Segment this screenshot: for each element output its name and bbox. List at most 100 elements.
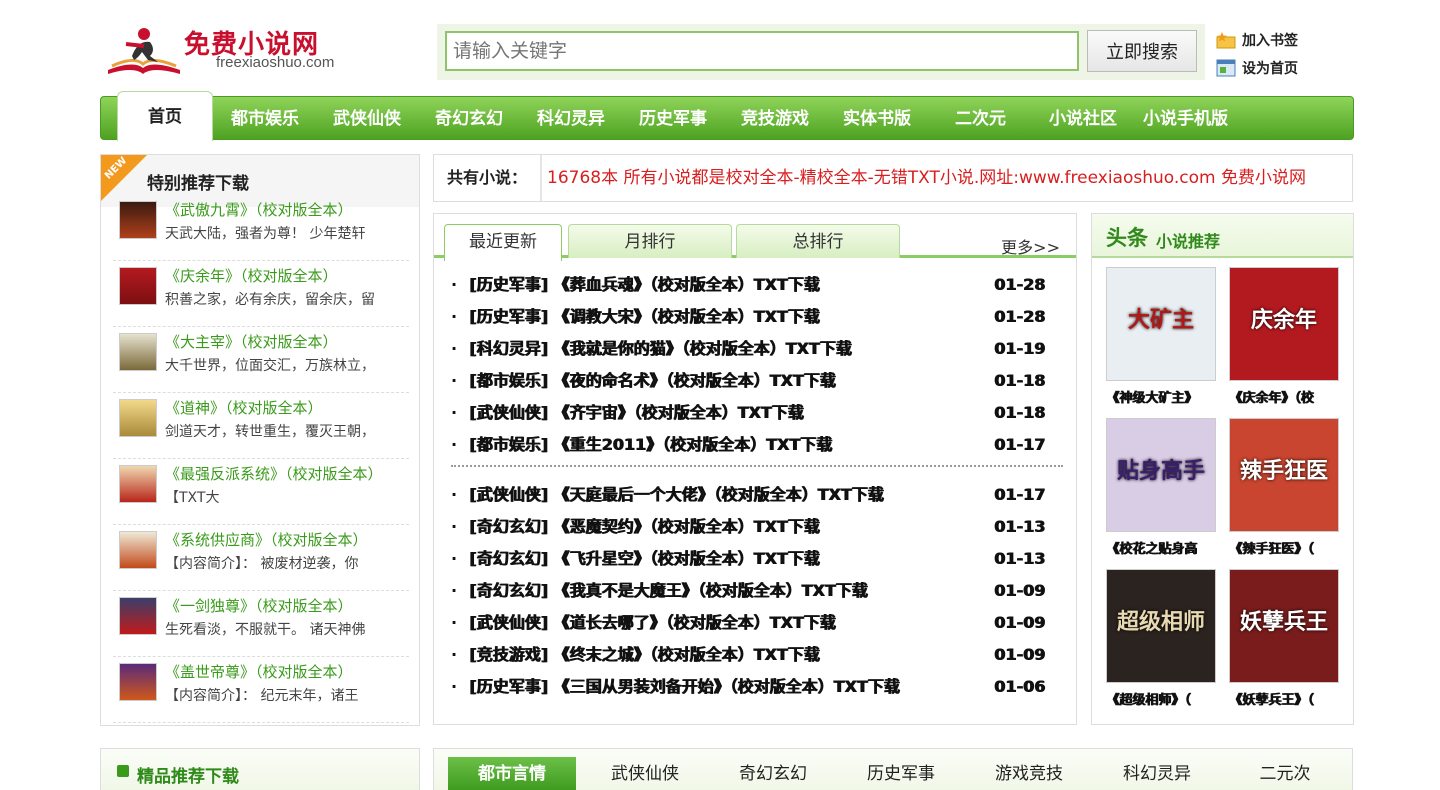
update-title[interactable]: [武侠仙侠] 《天庭最后一个大佬》（校对版全本）TXT下载 bbox=[469, 479, 883, 511]
list-item[interactable]: 《最强反派系统》（校对版全本） 【TXT大 bbox=[113, 459, 409, 525]
nav-item-history[interactable]: 历史军事 bbox=[639, 97, 707, 141]
update-title[interactable]: [都市娱乐] 《夜的命名术》（校对版全本）TXT下载 bbox=[469, 365, 835, 397]
search-button[interactable]: 立即搜索 bbox=[1087, 30, 1197, 72]
pick-caption[interactable]: 《神级大矿主》 bbox=[1106, 387, 1218, 406]
tab-overall[interactable]: 总排行 bbox=[736, 224, 900, 258]
book-summary: 【内容简介】： 被废材逆袭，你 bbox=[165, 556, 359, 572]
nav-item-print[interactable]: 实体书版 bbox=[843, 97, 911, 141]
book-title-link[interactable]: 《最强反派系统》（校对版全本） bbox=[165, 463, 383, 484]
update-title[interactable]: [奇幻玄幻] 《恶魔契约》（校对版全本）TXT下载 bbox=[469, 511, 819, 543]
update-title[interactable]: [历史军事] 《三国从男装刘备开始》（校对版全本）TXT下载 bbox=[469, 671, 899, 703]
update-row[interactable]: · [武侠仙侠] 《道长去哪了》（校对版全本）TXT下载 01-09 bbox=[451, 607, 1063, 639]
pick-card[interactable]: 妖孽兵王 《妖孽兵王》（ bbox=[1229, 569, 1341, 708]
bookmark-link[interactable]: 加入书签 bbox=[1216, 30, 1298, 50]
update-title[interactable]: [武侠仙侠] 《齐宇宙》（校对版全本）TXT下载 bbox=[469, 397, 803, 429]
update-row[interactable]: · [奇幻玄幻] 《飞升星空》（校对版全本）TXT下载 01-13 bbox=[451, 543, 1063, 575]
pick-caption[interactable]: 《庆余年》（校 bbox=[1229, 387, 1341, 406]
update-row[interactable]: · [历史军事] 《调教大宋》（校对版全本）TXT下载 01-28 bbox=[451, 301, 1063, 333]
book-cover[interactable]: 贴身高手 bbox=[1106, 418, 1216, 532]
update-row[interactable]: · [奇幻玄幻] 《我真不是大魔王》（校对版全本）TXT下载 01-09 bbox=[451, 575, 1063, 607]
book-cover[interactable] bbox=[119, 333, 157, 371]
nav-item-mobile[interactable]: 小说手机版 bbox=[1143, 97, 1228, 141]
nav-item-acg[interactable]: 二次元 bbox=[955, 97, 1006, 141]
book-cover[interactable]: 大矿主 bbox=[1106, 267, 1216, 381]
pick-card[interactable]: 辣手狂医 《辣手狂医》（ bbox=[1229, 418, 1341, 557]
nav-item-scifi[interactable]: 科幻灵异 bbox=[537, 97, 605, 141]
book-cover[interactable] bbox=[119, 465, 157, 503]
update-title[interactable]: [科幻灵异] 《我就是你的猫》（校对版全本）TXT下载 bbox=[469, 333, 851, 365]
update-row[interactable]: · [武侠仙侠] 《齐宇宙》（校对版全本）TXT下载 01-18 bbox=[451, 397, 1063, 429]
book-title-link[interactable]: 《大主宰》（校对版全本） bbox=[165, 331, 338, 352]
book-cover[interactable]: 超级相师 bbox=[1106, 569, 1216, 683]
book-title-link[interactable]: 《系统供应商》（校对版全本） bbox=[165, 529, 368, 550]
book-cover[interactable] bbox=[119, 531, 157, 569]
ticker-text[interactable]: 16768本 所有小说都是校对全本-精校全本-无错TXT小说.网址:www.fr… bbox=[547, 155, 1306, 201]
update-row[interactable]: · [竞技游戏] 《终末之城》（校对版全本）TXT下载 01-09 bbox=[451, 639, 1063, 671]
update-row[interactable]: · [历史军事] 《三国从男装刘备开始》（校对版全本）TXT下载 01-06 bbox=[451, 671, 1063, 703]
tab-history[interactable]: 历史军事 bbox=[846, 757, 956, 790]
book-summary: 生死看淡，不服就干。 诸天神佛 bbox=[165, 622, 366, 638]
update-row[interactable]: · [历史军事] 《葬血兵魂》（校对版全本）TXT下载 01-28 bbox=[451, 269, 1063, 301]
book-summary: 天武大陆，强者为尊！ 少年楚轩 bbox=[165, 226, 366, 242]
tab-wuxia[interactable]: 武侠仙侠 bbox=[590, 757, 700, 790]
book-cover[interactable] bbox=[119, 399, 157, 437]
update-row[interactable]: · [武侠仙侠] 《天庭最后一个大佬》（校对版全本）TXT下载 01-17 bbox=[451, 479, 1063, 511]
pick-caption[interactable]: 《辣手狂医》（ bbox=[1229, 538, 1341, 557]
tab-monthly[interactable]: 月排行 bbox=[568, 224, 732, 258]
book-title-link[interactable]: 《盖世帝尊》（校对版全本） bbox=[165, 661, 353, 682]
list-item[interactable]: 《庆余年》（校对版全本） 积善之家，必有余庆，留余庆，留 bbox=[113, 261, 409, 327]
tab-gaming[interactable]: 游戏竞技 bbox=[974, 757, 1084, 790]
nav-item-gaming[interactable]: 竞技游戏 bbox=[741, 97, 809, 141]
list-item[interactable]: 《一剑独尊》（校对版全本） 生死看淡，不服就干。 诸天神佛 bbox=[113, 591, 409, 657]
update-title[interactable]: [武侠仙侠] 《道长去哪了》（校对版全本）TXT下载 bbox=[469, 607, 835, 639]
tab-fantasy[interactable]: 奇幻玄幻 bbox=[718, 757, 828, 790]
update-title[interactable]: [都市娱乐] 《重生2011》（校对版全本）TXT下载 bbox=[469, 429, 832, 461]
list-item[interactable]: 《盖世帝尊》（校对版全本） 【内容简介】： 纪元末年，诸王 bbox=[113, 657, 409, 723]
pick-card[interactable]: 大矿主 《神级大矿主》 bbox=[1106, 267, 1218, 406]
search-input[interactable] bbox=[445, 31, 1079, 71]
book-cover[interactable]: 妖孽兵王 bbox=[1229, 569, 1339, 683]
pick-card[interactable]: 贴身高手 《校花之贴身高 bbox=[1106, 418, 1218, 557]
section-title: 精品推荐下载 bbox=[137, 767, 239, 787]
pick-caption[interactable]: 《校花之贴身高 bbox=[1106, 538, 1218, 557]
book-title-link[interactable]: 《一剑独尊》（校对版全本） bbox=[165, 595, 353, 616]
list-item[interactable]: 《道神》（校对版全本） 剑道天才，转世重生，覆灭王朝， bbox=[113, 393, 409, 459]
homepage-link[interactable]: 设为首页 bbox=[1216, 58, 1298, 78]
more-link[interactable]: 更多>> bbox=[1001, 234, 1060, 258]
tab-scifi[interactable]: 科幻灵异 bbox=[1102, 757, 1212, 790]
update-row[interactable]: · [奇幻玄幻] 《恶魔契约》（校对版全本）TXT下载 01-13 bbox=[451, 511, 1063, 543]
pick-caption[interactable]: 《妖孽兵王》（ bbox=[1229, 689, 1341, 708]
list-item[interactable]: 《系统供应商》（校对版全本） 【内容简介】： 被废材逆袭，你 bbox=[113, 525, 409, 591]
update-row[interactable]: · [都市娱乐] 《夜的命名术》（校对版全本）TXT下载 01-18 bbox=[451, 365, 1063, 397]
book-cover[interactable] bbox=[119, 597, 157, 635]
site-logo[interactable]: 免费小说网 freexiaoshuo.com bbox=[104, 22, 364, 80]
nav-item-community[interactable]: 小说社区 bbox=[1049, 97, 1117, 141]
update-row[interactable]: · [都市娱乐] 《重生2011》（校对版全本）TXT下载 01-17 bbox=[451, 429, 1063, 461]
pick-card[interactable]: 超级相师 《超级相师》（ bbox=[1106, 569, 1218, 708]
book-cover[interactable] bbox=[119, 201, 157, 239]
list-item[interactable]: 《大主宰》（校对版全本） 大千世界，位面交汇，万族林立， bbox=[113, 327, 409, 393]
book-title-link[interactable]: 《道神》（校对版全本） bbox=[165, 397, 323, 418]
update-title[interactable]: [奇幻玄幻] 《飞升星空》（校对版全本）TXT下载 bbox=[469, 543, 819, 575]
nav-item-urban[interactable]: 都市娱乐 bbox=[231, 97, 299, 141]
nav-item-wuxia[interactable]: 武侠仙侠 bbox=[333, 97, 401, 141]
pick-caption[interactable]: 《超级相师》（ bbox=[1106, 689, 1218, 708]
update-title[interactable]: [奇幻玄幻] 《我真不是大魔王》（校对版全本）TXT下载 bbox=[469, 575, 867, 607]
book-title-link[interactable]: 《庆余年》（校对版全本） bbox=[165, 265, 338, 286]
nav-item-fantasy[interactable]: 奇幻玄幻 bbox=[435, 97, 503, 141]
update-title[interactable]: [竞技游戏] 《终末之城》（校对版全本）TXT下载 bbox=[469, 639, 819, 671]
book-title-link[interactable]: 《武傲九霄》（校对版全本） bbox=[165, 199, 353, 220]
update-title[interactable]: [历史军事] 《葬血兵魂》（校对版全本）TXT下载 bbox=[469, 269, 819, 301]
list-item[interactable]: 《武傲九霄》（校对版全本） 天武大陆，强者为尊！ 少年楚轩 bbox=[113, 195, 409, 261]
book-cover[interactable] bbox=[119, 267, 157, 305]
update-row[interactable]: · [科幻灵异] 《我就是你的猫》（校对版全本）TXT下载 01-19 bbox=[451, 333, 1063, 365]
book-cover[interactable]: 庆余年 bbox=[1229, 267, 1339, 381]
nav-home[interactable]: 首页 bbox=[117, 91, 213, 141]
tab-acg[interactable]: 二元次 bbox=[1230, 757, 1340, 790]
tab-urban-romance[interactable]: 都市言情 bbox=[448, 757, 576, 790]
pick-card[interactable]: 庆余年 《庆余年》（校 bbox=[1229, 267, 1341, 406]
book-cover[interactable] bbox=[119, 663, 157, 701]
update-title[interactable]: [历史军事] 《调教大宋》（校对版全本）TXT下载 bbox=[469, 301, 819, 333]
book-cover[interactable]: 辣手狂医 bbox=[1229, 418, 1339, 532]
tab-recent[interactable]: 最近更新 bbox=[444, 224, 562, 261]
